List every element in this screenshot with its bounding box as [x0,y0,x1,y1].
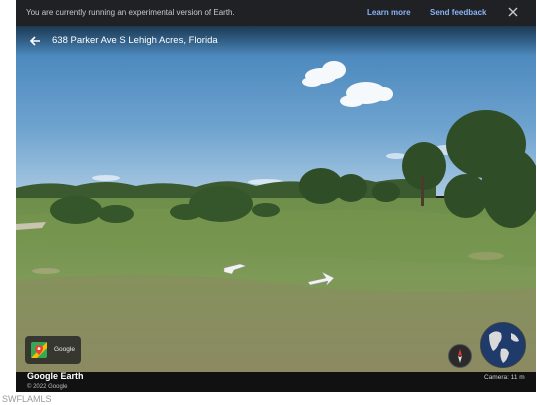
globe-icon[interactable] [480,322,526,368]
mls-watermark: SWFLAMLS [2,394,52,404]
street-view-card[interactable]: Google [25,336,81,364]
nav-arrow-left-icon[interactable] [222,262,250,281]
street-view-card-label: Google [54,346,75,353]
street-view-image[interactable] [16,26,536,372]
camera-altitude: Camera: 11 m [484,374,525,381]
location-address: 638 Parker Ave S Lehigh Acres, Florida [52,35,218,46]
google-maps-icon [31,342,47,358]
learn-more-link[interactable]: Learn more [367,8,411,17]
send-feedback-link[interactable]: Send feedback [430,8,486,17]
arrow-back-icon[interactable] [28,34,42,48]
close-icon[interactable] [506,5,520,19]
experimental-banner: You are currently running an experimenta… [16,0,536,26]
footer-bar [16,372,536,392]
earth-viewer: You are currently running an experimenta… [16,0,536,392]
nav-arrow-right-icon[interactable] [306,270,336,293]
copyright-text: © 2022 Google [27,384,68,390]
google-earth-logo: Google Earth [27,371,84,381]
banner-message: You are currently running an experimenta… [26,8,235,17]
compass-icon[interactable] [448,344,472,368]
